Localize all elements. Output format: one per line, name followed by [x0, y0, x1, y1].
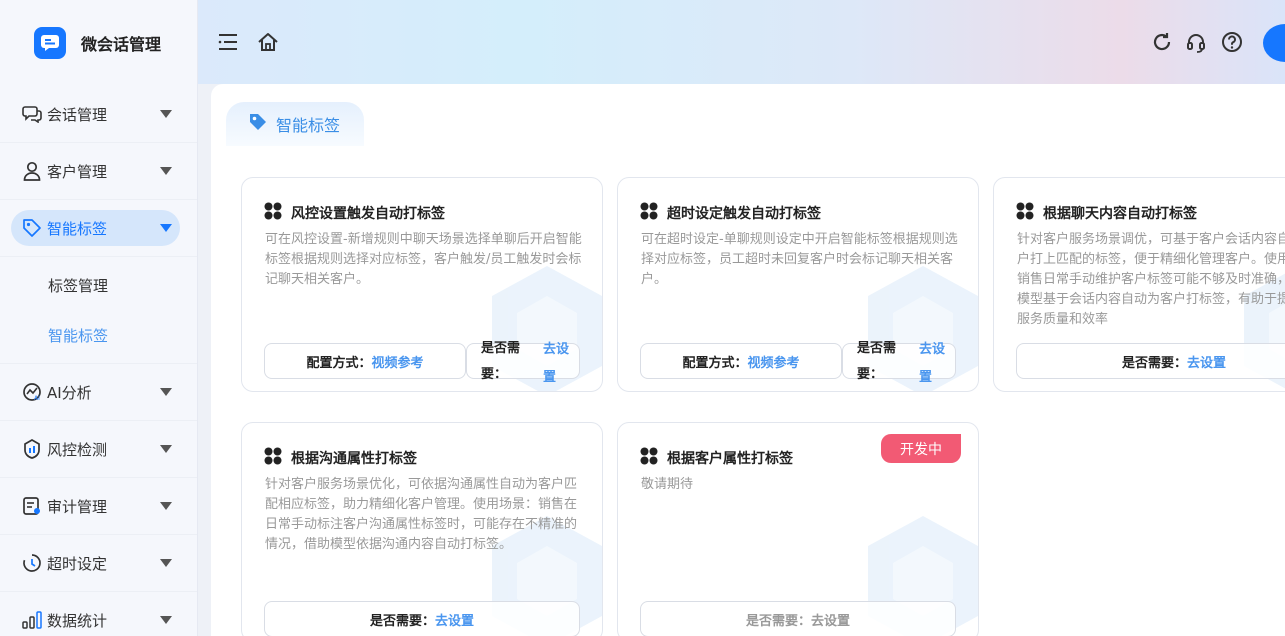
sidebar-item-label: 智能标签: [47, 219, 108, 238]
sidebar-item-ai-analysis[interactable]: AI AI分析: [0, 364, 197, 421]
sidebar-item-risk-detection[interactable]: 风控检测: [0, 421, 197, 478]
config-method-box: 配置方式： 视频参考: [264, 343, 466, 379]
card-actions: 是否需要： 去设置: [640, 601, 956, 636]
need-setting-box: 是否需要： 去设置: [842, 341, 956, 385]
card-actions: 配置方式： 视频参考 是否需要： 去设置: [264, 341, 580, 385]
card-description: 针对客户服务场景优化，可依据沟通属性自动为客户匹配相应标签，助力精细化客户管理。…: [265, 477, 578, 552]
sidebar-subitem-tag-management[interactable]: 标签管理: [0, 260, 197, 310]
grid-dots-icon: [264, 447, 282, 469]
card-description: 敬请期待: [641, 477, 694, 492]
caret-down-icon: [160, 559, 172, 567]
grid-dots-icon: [264, 202, 282, 224]
page-tab-label: 智能标签: [276, 116, 341, 135]
card-title: 超时设定触发自动打标签: [640, 202, 821, 224]
smart-tag-card: 风控设置触发自动打标签 可在风控设置-新增规则中聊天场景选择单聊后开启智能标签根…: [241, 177, 603, 392]
caret-down-icon: [160, 224, 172, 232]
refresh-icon[interactable]: [1150, 30, 1174, 54]
go-settings-link[interactable]: 去设置: [919, 336, 949, 391]
card-description: 可在风控设置-新增规则中聊天场景选择单聊后开启智能标签根据规则选择对应标签，客户…: [265, 232, 582, 287]
caret-down-icon: [160, 616, 172, 624]
sidebar-item-statistics[interactable]: 数据统计: [0, 592, 197, 636]
sidebar-item-label: 会话管理: [47, 105, 108, 124]
caret-down-icon: [160, 388, 172, 396]
app-title: 微会话管理: [81, 35, 162, 54]
shield-icon: [22, 439, 42, 459]
sidebar-item-label: 审计管理: [47, 497, 108, 516]
need-setting-box: 是否需要： 去设置: [640, 601, 956, 636]
card-actions: 配置方式： 视频参考 是否需要： 去设置: [640, 341, 956, 385]
ai-analysis-icon: AI: [22, 382, 42, 402]
audit-icon: [22, 496, 42, 516]
card-title: 根据客户属性打标签: [640, 447, 793, 469]
sidebar-item-audit[interactable]: 审计管理: [0, 478, 197, 535]
sidebar-item-label: 数据统计: [47, 611, 108, 630]
caret-down-icon: [160, 445, 172, 453]
menu-toggle-icon[interactable]: [216, 30, 240, 54]
sidebar-item-label: 客户管理: [47, 162, 108, 181]
top-header: [198, 0, 1285, 84]
card-actions: 是否需要： 去设置: [264, 601, 580, 636]
tag-icon: [22, 218, 42, 238]
sidebar-subitem-smart-tags[interactable]: 智能标签: [0, 310, 197, 360]
page-tab-smart-tags[interactable]: 智能标签: [226, 102, 364, 146]
card-description: 可在超时设定-单聊规则设定中开启智能标签根据规则选择对应标签，员工超时未回复客户…: [641, 232, 958, 287]
help-icon[interactable]: [1220, 30, 1244, 54]
bar-chart-icon: [22, 610, 42, 630]
grid-dots-icon: [1016, 202, 1034, 224]
smart-tag-card: 开发中 根据客户属性打标签 敬请期待 是否需要： 去设置: [617, 422, 979, 636]
config-method-box: 配置方式： 视频参考: [640, 343, 842, 379]
sidebar-item-smart-tags[interactable]: 智能标签: [0, 200, 197, 257]
caret-down-icon: [160, 110, 172, 118]
video-reference-link[interactable]: 视频参考: [372, 352, 424, 371]
chat-bubbles-icon: [22, 104, 42, 124]
card-description: 针对客户服务场景调优，可基于客户会话内容自动为客户打上匹配的标签，便于精细化管理…: [1017, 232, 1285, 327]
video-reference-link[interactable]: 视频参考: [748, 352, 800, 371]
app-logo-icon: [34, 27, 66, 59]
go-settings-link: 去设置: [811, 613, 851, 629]
caret-down-icon: [160, 167, 172, 175]
smart-tag-card: 根据沟通属性打标签 针对客户服务场景优化，可依据沟通属性自动为客户匹配相应标签，…: [241, 422, 603, 636]
card-title: 根据沟通属性打标签: [264, 447, 417, 469]
home-icon[interactable]: [256, 30, 280, 54]
card-title: 根据聊天内容自动打标签: [1016, 202, 1197, 224]
go-settings-link[interactable]: 去设置: [1187, 352, 1226, 371]
user-icon: [22, 161, 42, 181]
clock-icon: [22, 553, 42, 573]
submenu: 标签管理 智能标签: [0, 257, 197, 364]
grid-dots-icon: [640, 202, 658, 224]
need-setting-box: 是否需要： 去设置: [264, 601, 580, 636]
card-title: 风控设置触发自动打标签: [264, 202, 445, 224]
user-avatar[interactable]: [1263, 24, 1285, 62]
smart-tag-card: 超时设定触发自动打标签 可在超时设定-单聊规则设定中开启智能标签根据规则选择对应…: [617, 177, 979, 392]
smart-tag-card: 根据聊天内容自动打标签 针对客户服务场景调优，可基于客户会话内容自动为客户打上匹…: [993, 177, 1285, 392]
need-setting-box: 是否需要： 去设置: [466, 341, 580, 385]
brand[interactable]: 微会话管理: [0, 0, 197, 86]
tag-icon: [248, 112, 268, 136]
sidebar-item-label: 超时设定: [47, 554, 108, 573]
sidebar-item-sessions[interactable]: 会话管理: [0, 86, 197, 143]
caret-down-icon: [160, 502, 172, 510]
svg-text:AI: AI: [34, 395, 40, 402]
sidebar-item-customers[interactable]: 客户管理: [0, 143, 197, 200]
go-settings-link[interactable]: 去设置: [435, 610, 474, 629]
sidebar: 微会话管理 会话管理 客户管理 智能标签 标签管理 智能标签 AI AI分析 风…: [0, 0, 198, 636]
sidebar-item-label: AI分析: [47, 383, 92, 402]
headset-icon[interactable]: [1184, 30, 1208, 54]
card-actions: 是否需要： 去设置: [1016, 343, 1285, 379]
in-development-badge: 开发中: [881, 434, 961, 463]
need-setting-box: 是否需要： 去设置: [1016, 343, 1285, 379]
main-content: 智能标签 风控设置触发自动打标签 可在风控设置-新增规则中聊天场景选择单聊后开启…: [211, 84, 1285, 636]
sidebar-item-label: 风控检测: [47, 440, 108, 459]
go-settings-link[interactable]: 去设置: [543, 336, 573, 391]
sidebar-item-timeout[interactable]: 超时设定: [0, 535, 197, 592]
grid-dots-icon: [640, 447, 658, 469]
